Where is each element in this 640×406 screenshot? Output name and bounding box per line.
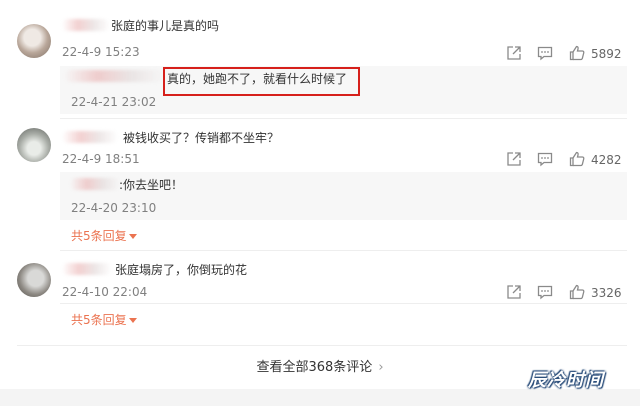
reply-text: 真的，她跑不了，就看什么时候了 bbox=[167, 72, 348, 86]
chevron-right-icon: › bbox=[378, 360, 384, 375]
view-all-label: 查看全部368条评论 bbox=[256, 360, 373, 375]
reply-time: 22-4-21 23:02 bbox=[71, 95, 157, 109]
comment-text: 张庭塌房了，你倒玩的花 bbox=[115, 263, 248, 277]
share-icon[interactable] bbox=[505, 150, 523, 168]
like-icon[interactable] bbox=[568, 283, 586, 301]
avatar[interactable] bbox=[17, 263, 51, 297]
comment-time: 22-4-10 22:04 bbox=[62, 285, 148, 299]
more-replies-link[interactable]: 共5条回复 bbox=[71, 229, 137, 243]
comment-icon[interactable] bbox=[536, 150, 554, 168]
divider bbox=[17, 345, 627, 346]
comment-time: 22-4-9 18:51 bbox=[62, 152, 140, 166]
watermark: 辰冷时间 bbox=[528, 370, 604, 391]
share-icon[interactable] bbox=[505, 283, 523, 301]
reply-text: :你去坐吧！ bbox=[119, 178, 184, 192]
comment-text: 被钱收买了？传销都不坐牢？ bbox=[123, 131, 280, 145]
caret-down-icon bbox=[128, 318, 137, 323]
like-icon[interactable] bbox=[568, 44, 586, 62]
share-icon[interactable] bbox=[505, 44, 523, 62]
caret-down-icon bbox=[128, 234, 137, 239]
more-replies-link[interactable]: 共5条回复 bbox=[71, 313, 137, 327]
like-icon[interactable] bbox=[568, 150, 586, 168]
divider bbox=[60, 250, 627, 251]
blurred-username bbox=[62, 19, 110, 31]
blurred-username bbox=[70, 178, 120, 190]
blurred-username bbox=[64, 70, 164, 82]
like-count: 3326 bbox=[591, 286, 622, 300]
blurred-username bbox=[62, 131, 118, 143]
comment-icon[interactable] bbox=[536, 44, 554, 62]
more-replies-label: 共5条回复 bbox=[71, 229, 127, 243]
more-replies-label: 共5条回复 bbox=[71, 313, 127, 327]
avatar[interactable] bbox=[17, 24, 51, 58]
blurred-username bbox=[62, 263, 112, 275]
divider bbox=[60, 118, 627, 119]
like-count: 5892 bbox=[591, 47, 622, 61]
comment-icon[interactable] bbox=[536, 283, 554, 301]
comment-time: 22-4-9 15:23 bbox=[62, 45, 140, 59]
avatar[interactable] bbox=[17, 128, 51, 162]
reply-time: 22-4-20 23:10 bbox=[71, 201, 157, 215]
comment-text: 张庭的事儿是真的吗 bbox=[111, 19, 220, 33]
divider bbox=[60, 303, 627, 304]
like-count: 4282 bbox=[591, 153, 622, 167]
